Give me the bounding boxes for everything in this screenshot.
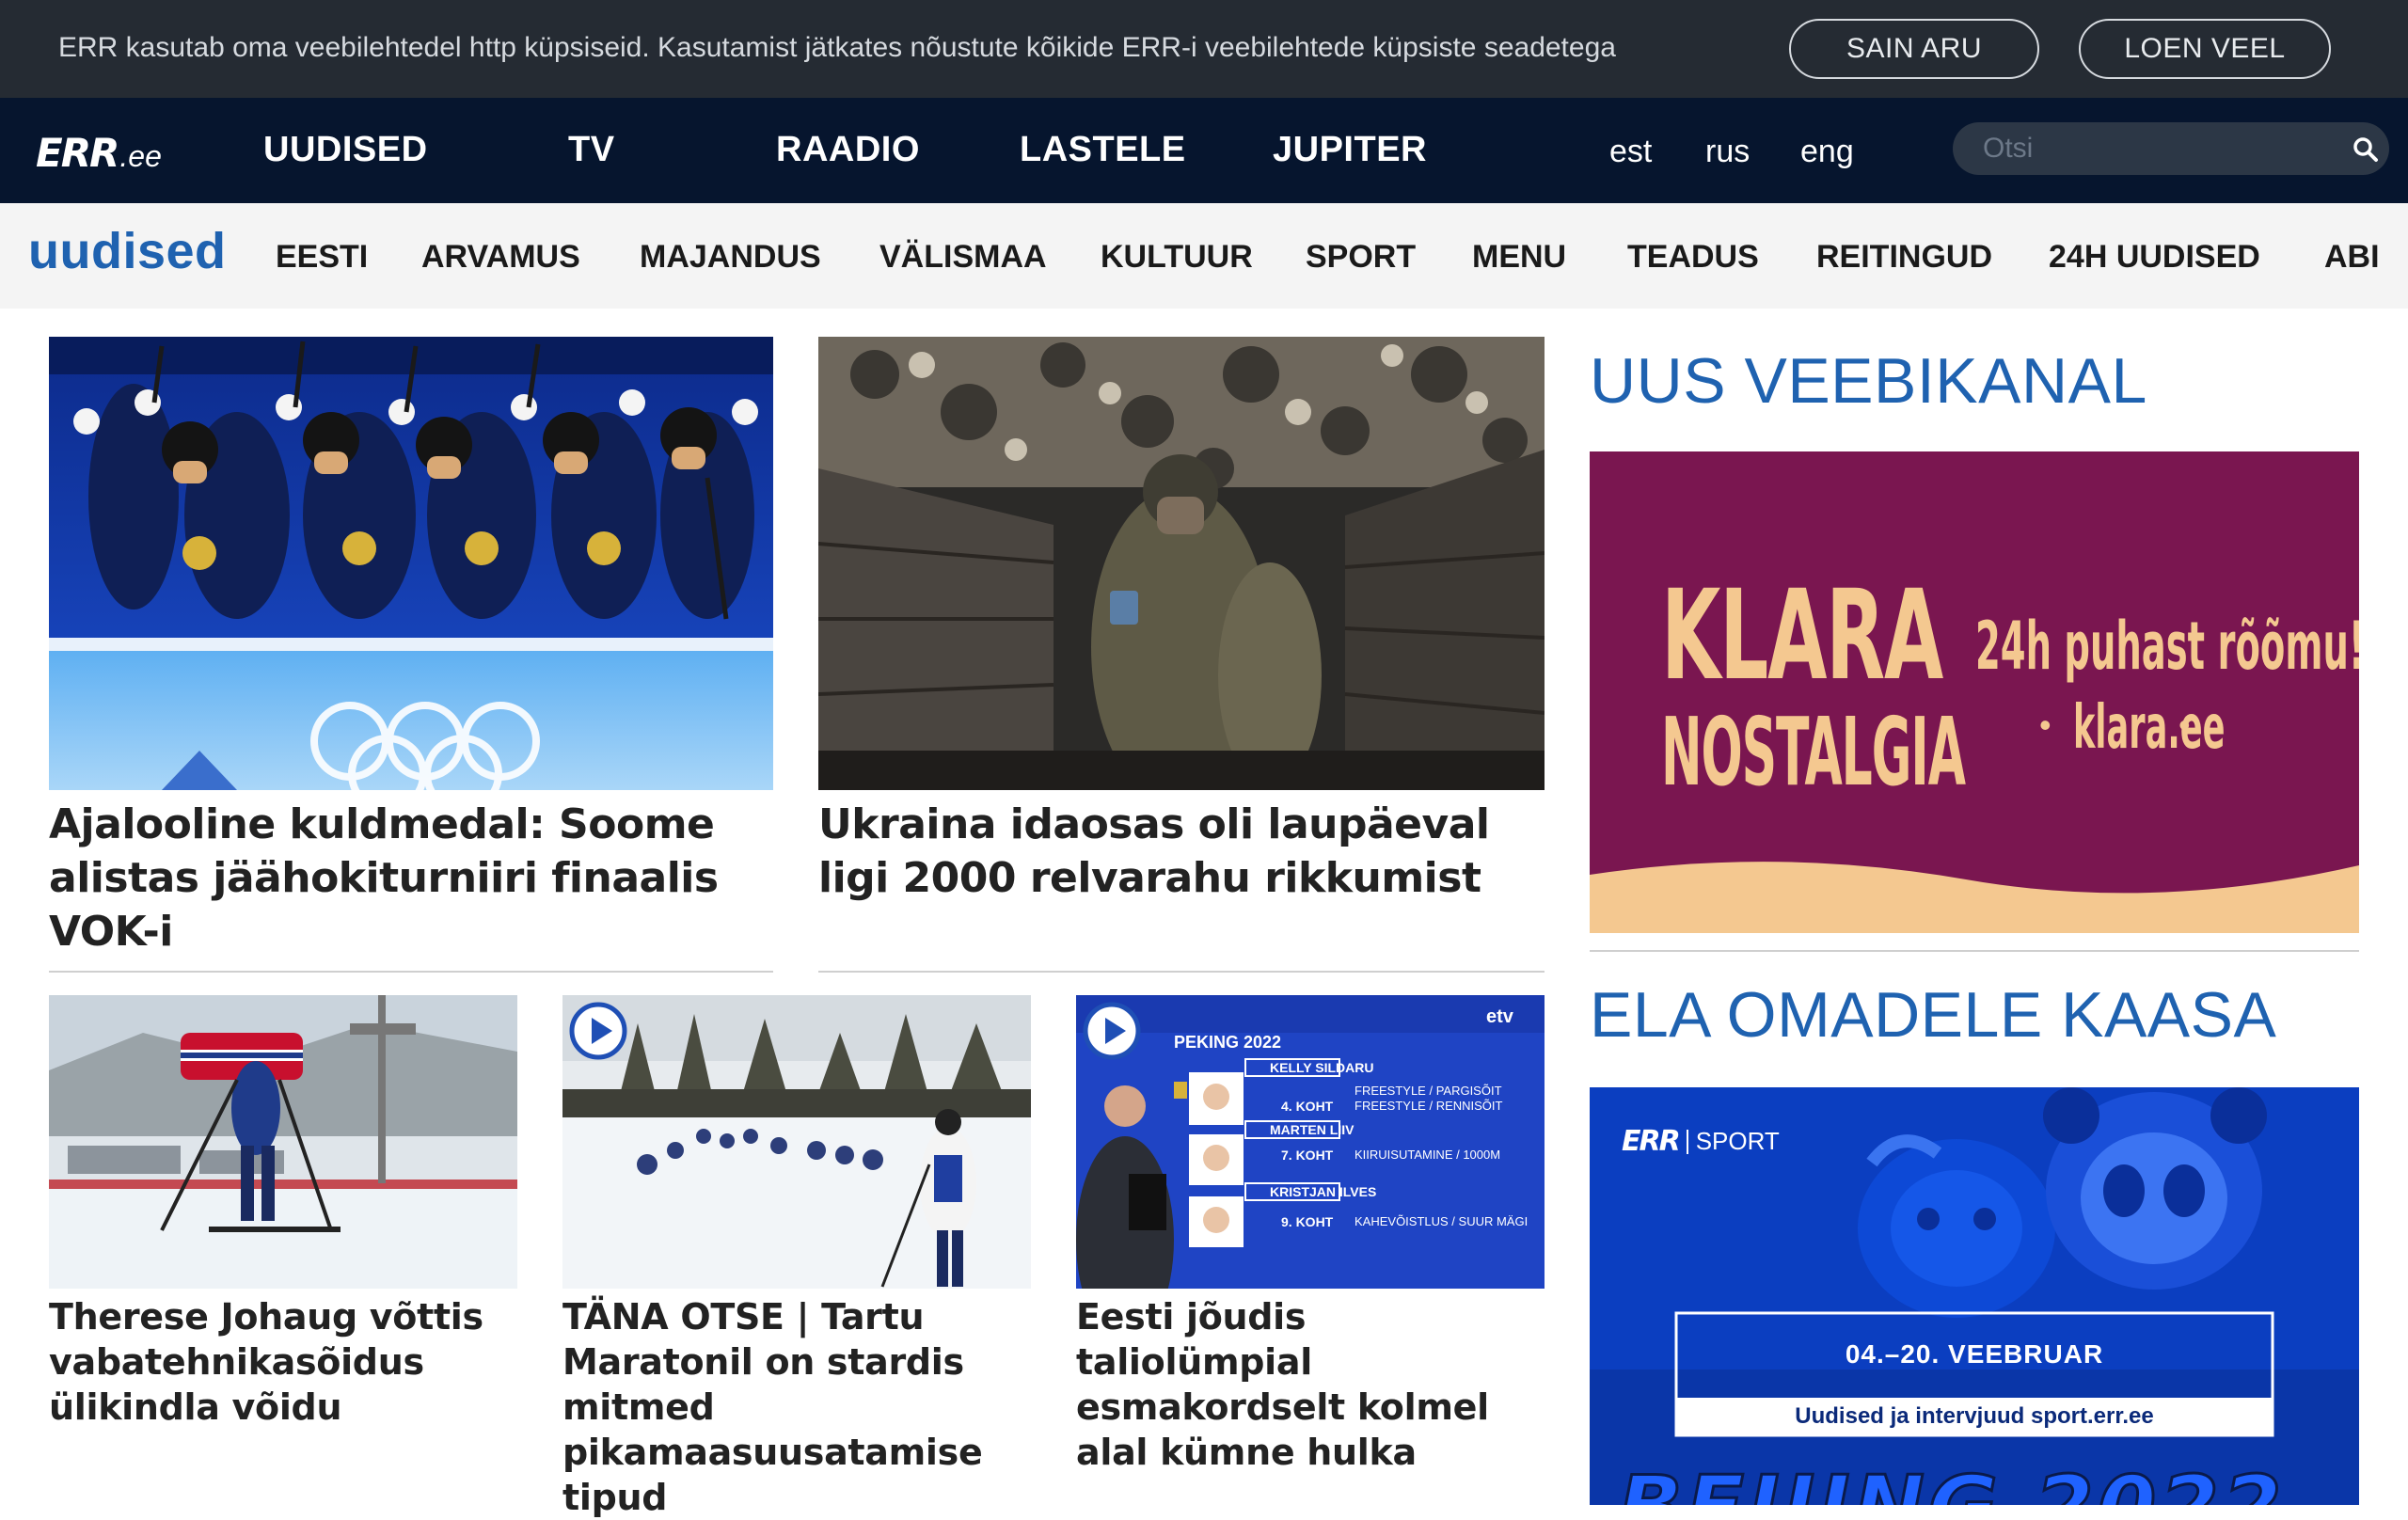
sidebar-title-veebikanal: UUS VEEBIKANAL bbox=[1590, 345, 2147, 417]
maraton-image bbox=[562, 995, 1031, 1289]
johaug-image bbox=[49, 995, 517, 1289]
subnav-eesti[interactable]: EESTI bbox=[276, 239, 368, 276]
lang-est[interactable]: est bbox=[1609, 134, 1652, 170]
err-sport-logo: ERR SPORT bbox=[1622, 1125, 1780, 1158]
sport-dates: 04.–20. VEEBRUAR bbox=[1845, 1339, 2104, 1369]
nav-jupiter[interactable]: JUPITER bbox=[1273, 130, 1427, 170]
klara-slogan: 24h puhast rõõmu! bbox=[1975, 608, 2359, 685]
info-place-3: 9. KOHT bbox=[1281, 1214, 1334, 1229]
article-headline[interactable]: Therese Johaug võttis vabatehnikasõidus … bbox=[49, 1294, 510, 1430]
err-sport-logo-err: ERR bbox=[1622, 1125, 1681, 1158]
cookie-agree-button[interactable]: SAIN ARU bbox=[1789, 19, 2039, 79]
subnav-majandus[interactable]: MAJANDUS bbox=[640, 239, 821, 276]
info-event-1a: FREESTYLE / PARGISÕIT bbox=[1354, 1084, 1502, 1098]
info-event-3: KAHEVÕISTLUS / SUUR MÄGI bbox=[1354, 1214, 1529, 1228]
video-play-icon[interactable] bbox=[1082, 1001, 1142, 1061]
cookie-read-more-button[interactable]: LOEN VEEL bbox=[2079, 19, 2331, 79]
subnav-valismaa[interactable]: VÄLISMAA bbox=[879, 239, 1047, 276]
section-navigation: uudised EESTI ARVAMUS MAJANDUS VÄLISMAA … bbox=[0, 203, 2408, 309]
klara-dot-right: • bbox=[2178, 705, 2191, 744]
klara-logo-line1: KLARA bbox=[1661, 563, 1943, 708]
info-name-3: KRISTJAN ILVES bbox=[1270, 1184, 1377, 1199]
err-sport-logo-sport: SPORT bbox=[1695, 1127, 1780, 1155]
err-logo[interactable]: ERR .ee bbox=[36, 130, 162, 173]
info-place-1: 4. KOHT bbox=[1281, 1099, 1334, 1114]
cookie-message: ERR kasutab oma veebilehtedel http küpsi… bbox=[58, 32, 1616, 63]
ukraine-image bbox=[818, 337, 1545, 790]
article-card-ukraine[interactable]: Ukraina idaosas oli laupäeval ligi 2000 … bbox=[818, 337, 1545, 973]
cookie-banner: ERR kasutab oma veebilehtedel http küpsi… bbox=[0, 0, 2408, 98]
etv-logo: etv bbox=[1486, 1006, 1513, 1027]
nav-uudised[interactable]: UUDISED bbox=[263, 130, 428, 170]
info-title: PEKING 2022 bbox=[1174, 1033, 1282, 1052]
nav-lastele[interactable]: LASTELE bbox=[1020, 130, 1186, 170]
article-divider bbox=[49, 971, 773, 973]
subnav-sport[interactable]: SPORT bbox=[1306, 239, 1416, 276]
subnav-arvamus[interactable]: ARVAMUS bbox=[421, 239, 580, 276]
info-name-1: KELLY SILDARU bbox=[1270, 1060, 1374, 1075]
search-icon[interactable] bbox=[2352, 135, 2380, 164]
err-sport-logo-separator bbox=[1686, 1129, 1688, 1154]
info-name-2: MARTEN LIIV bbox=[1270, 1122, 1354, 1137]
article-headline[interactable]: Eesti jõudis taliolümpial esmakordselt k… bbox=[1076, 1294, 1537, 1475]
klara-logo-line2: NOSTALGIA bbox=[1661, 697, 1966, 807]
sidebar-divider bbox=[1590, 950, 2359, 952]
lang-eng[interactable]: eng bbox=[1800, 134, 1854, 170]
johaug-photo bbox=[49, 995, 517, 1289]
article-card-johaug[interactable]: Therese Johaug võttis vabatehnikasõidus … bbox=[49, 995, 517, 1505]
subnav-menu[interactable]: MENU bbox=[1472, 239, 1566, 276]
article-headline[interactable]: Ajalooline kuldmedal: Soome alistas jääh… bbox=[49, 798, 764, 958]
hockey-photo bbox=[49, 337, 773, 790]
nav-raadio[interactable]: RAADIO bbox=[776, 130, 920, 170]
nav-tv[interactable]: TV bbox=[568, 130, 615, 170]
err-sport-banner[interactable]: ERR SPORT 04.–20. VEEBRUAR Uudised ja in… bbox=[1590, 1087, 2359, 1505]
subnav-abi[interactable]: ABI bbox=[2324, 239, 2380, 276]
sidebar-title-omadele-kaasa: ELA OMADELE KAASA bbox=[1590, 979, 2277, 1051]
logo-err-text: ERR bbox=[36, 130, 119, 176]
search-input[interactable] bbox=[1981, 130, 2338, 167]
subnav-teadus[interactable]: TEADUS bbox=[1627, 239, 1759, 276]
article-headline[interactable]: TÄNA OTSE | Tartu Maratonil on stardis m… bbox=[562, 1294, 1023, 1520]
lang-rus[interactable]: rus bbox=[1705, 134, 1750, 170]
klara-url: klara.ee bbox=[2073, 693, 2226, 763]
hockey-image bbox=[49, 337, 773, 790]
klara-dot-left: • bbox=[2039, 705, 2052, 744]
subnav-reitingud[interactable]: REITINGUD bbox=[1816, 239, 1992, 276]
beijing-wordmark: BEIJING 2022 bbox=[1617, 1457, 2286, 1506]
section-title-uudised[interactable]: uudised bbox=[28, 222, 227, 280]
article-headline[interactable]: Ukraina idaosas oli laupäeval ligi 2000 … bbox=[818, 798, 1533, 905]
logo-suffix: .ee bbox=[119, 138, 162, 173]
olympics-graphic: etv PEKING 2022 KELLY SILDARU 4. KOHT FR… bbox=[1076, 995, 1545, 1289]
studio-image bbox=[1076, 995, 1545, 1289]
ukraine-photo bbox=[818, 337, 1545, 790]
subnav-kultuur[interactable]: KULTUUR bbox=[1101, 239, 1253, 276]
sport-subtitle: Uudised ja intervjuud sport.err.ee bbox=[1795, 1403, 2154, 1429]
article-card-taliolumpia[interactable]: etv PEKING 2022 KELLY SILDARU 4. KOHT FR… bbox=[1076, 995, 1545, 1505]
info-event-1b: FREESTYLE / RENNISÕIT bbox=[1354, 1099, 1503, 1113]
klara-nostalgia-banner[interactable]: KLARA NOSTALGIA 24h puhast rõõmu! • klar… bbox=[1590, 451, 2359, 933]
article-card-hockey[interactable]: Ajalooline kuldmedal: Soome alistas jääh… bbox=[49, 337, 773, 973]
subnav-24h-uudised[interactable]: 24H UUDISED bbox=[2049, 239, 2260, 276]
maraton-photo bbox=[562, 995, 1031, 1289]
article-divider bbox=[818, 971, 1545, 973]
video-play-icon[interactable] bbox=[568, 1001, 628, 1061]
main-navigation: ERR .ee UUDISED TV RAADIO LASTELE JUPITE… bbox=[0, 98, 2408, 203]
info-place-2: 7. KOHT bbox=[1281, 1148, 1334, 1163]
article-card-tartu-maraton[interactable]: TÄNA OTSE | Tartu Maratonil on stardis m… bbox=[562, 995, 1031, 1518]
info-event-2: KIIRUISUTAMINE / 1000M bbox=[1354, 1148, 1501, 1162]
search-box bbox=[1953, 122, 2389, 175]
